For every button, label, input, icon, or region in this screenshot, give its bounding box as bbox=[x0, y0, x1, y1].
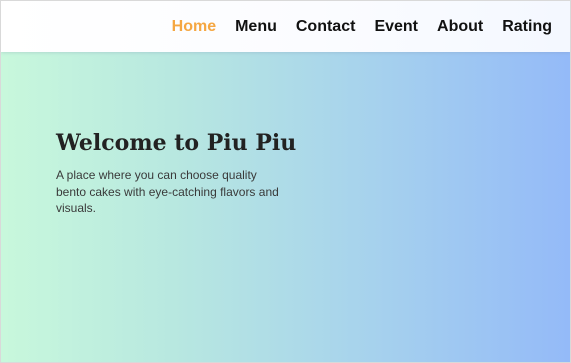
nav-link-event[interactable]: Event bbox=[374, 18, 418, 36]
nav-link-rating[interactable]: Rating bbox=[502, 18, 552, 36]
hero-section: Welcome to Piu Piu A place where you can… bbox=[1, 52, 570, 362]
page: Home Menu Contact Event About Rating Wel… bbox=[0, 0, 571, 363]
nav-menu: Home Menu Contact Event About Rating bbox=[172, 1, 552, 52]
nav-link-contact[interactable]: Contact bbox=[296, 18, 356, 36]
nav-link-home[interactable]: Home bbox=[172, 18, 216, 36]
hero-title: Welcome to Piu Piu bbox=[56, 130, 297, 156]
navbar: Home Menu Contact Event About Rating bbox=[1, 1, 570, 52]
hero-description: A place where you can choose quality ben… bbox=[56, 168, 279, 215]
nav-link-menu[interactable]: Menu bbox=[235, 18, 277, 36]
nav-link-about[interactable]: About bbox=[437, 18, 483, 36]
